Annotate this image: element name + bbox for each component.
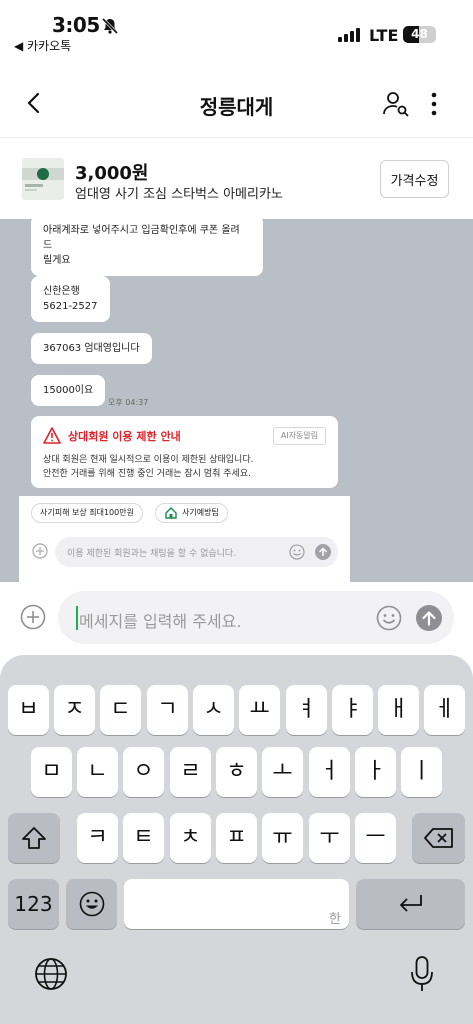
key[interactable]: ㅓ bbox=[309, 747, 350, 797]
message-input-placeholder: 메세지를 입력해 주세요. bbox=[79, 612, 242, 631]
key[interactable]: ㄴ bbox=[77, 747, 118, 797]
return-icon bbox=[400, 895, 422, 912]
key[interactable]: ㅜ bbox=[309, 813, 350, 863]
backspace-key[interactable] bbox=[412, 813, 465, 863]
person-search-icon[interactable] bbox=[382, 90, 410, 118]
key[interactable]: ㅠ bbox=[262, 813, 303, 863]
restricted-input-placeholder: 이용 제한된 회원과는 채팅을 할 수 없습니다. bbox=[67, 549, 237, 559]
emoji-icon bbox=[79, 891, 105, 917]
message-line: 아래계좌로 넣어주시고 입금확인후에 쿠폰 올려 드 bbox=[43, 225, 240, 251]
key[interactable]: ㅐ bbox=[378, 685, 419, 735]
battery-icon: 48 bbox=[403, 26, 436, 43]
shift-icon bbox=[22, 827, 46, 849]
key[interactable]: ㅣ bbox=[401, 747, 442, 797]
message-bubble: 367063 엄대영입니다 bbox=[31, 333, 152, 364]
house-icon bbox=[165, 507, 177, 519]
notice-body: 상대 회원은 현재 일시적으로 이용이 제한된 상태입니다. 안전한 거래를 위… bbox=[43, 453, 253, 481]
key[interactable]: ㅕ bbox=[286, 685, 327, 735]
edit-price-button[interactable]: 가격수정 bbox=[380, 160, 449, 198]
plus-circle-icon bbox=[32, 543, 48, 559]
warning-icon bbox=[43, 427, 61, 444]
product-price: 3,000원 bbox=[75, 163, 149, 184]
more-vertical-icon[interactable] bbox=[424, 90, 444, 118]
message-line: 신한은행 bbox=[43, 286, 80, 297]
fraud-tips-chip[interactable]: 사기예방팁 bbox=[155, 503, 228, 523]
product-name: 엄대영 사기 조심 스타벅스 아메리카노 bbox=[75, 187, 283, 202]
key[interactable]: ㅅ bbox=[193, 685, 234, 735]
notice-line: 상대 회원은 현재 일시적으로 이용이 제한된 상태입니다. bbox=[43, 455, 254, 465]
key[interactable]: ㅏ bbox=[355, 747, 396, 797]
key[interactable]: ㄷ bbox=[100, 685, 141, 735]
key[interactable]: ㅇ bbox=[123, 747, 164, 797]
message-bubble: 아래계좌로 넣어주시고 입금확인후에 쿠폰 올려 드 릴게요 bbox=[31, 219, 263, 276]
key[interactable]: ㄱ bbox=[147, 685, 188, 735]
microphone-icon[interactable] bbox=[409, 955, 435, 993]
restricted-panel: 사기피해 보상 최대100만원 사기예방팁 이용 제한된 회원과는 채팅을 할 … bbox=[19, 496, 350, 582]
globe-icon[interactable] bbox=[34, 957, 68, 991]
keyboard: ㅂ ㅈ ㄷ ㄱ ㅅ ㅛ ㅕ ㅑ ㅐ ㅔ ㅁ ㄴ ㅇ ㄹ ㅎ ㅗ ㅓ ㅏ ㅣ ㅋ … bbox=[0, 655, 473, 1024]
coupon-image bbox=[22, 158, 64, 200]
message-input[interactable]: 메세지를 입력해 주세요. bbox=[58, 591, 454, 644]
product-thumbnail[interactable] bbox=[22, 158, 64, 200]
signal-icon bbox=[338, 28, 362, 42]
key[interactable]: ㅍ bbox=[216, 813, 257, 863]
key[interactable]: ㅊ bbox=[170, 813, 211, 863]
key[interactable]: ㄹ bbox=[170, 747, 211, 797]
key[interactable]: ㅁ bbox=[31, 747, 72, 797]
key[interactable]: ㅛ bbox=[239, 685, 280, 735]
notice-title: 상대회원 이용 제한 안내 bbox=[68, 430, 181, 443]
network-type: LTE bbox=[369, 26, 399, 45]
return-key[interactable] bbox=[356, 879, 465, 929]
message-line: 5621-2527 bbox=[43, 301, 98, 312]
numbers-key[interactable]: 123 bbox=[8, 879, 59, 929]
product-bar[interactable]: 3,000원 엄대영 사기 조심 스타벅스 아메리카노 가격수정 bbox=[0, 139, 473, 219]
text-cursor bbox=[76, 606, 78, 630]
fraud-compensation-chip[interactable]: 사기피해 보상 최대100만원 bbox=[31, 503, 143, 523]
emoji-icon[interactable] bbox=[376, 605, 402, 631]
chat-area[interactable]: 아래계좌로 넣어주시고 입금확인후에 쿠폰 올려 드 릴게요 신한은행 5621… bbox=[0, 219, 473, 582]
key[interactable]: ㅡ bbox=[355, 813, 396, 863]
key[interactable]: ㅔ bbox=[424, 685, 465, 735]
ai-auto-badge: AI자동알림 bbox=[273, 427, 326, 445]
key[interactable]: ㅋ bbox=[77, 813, 118, 863]
key[interactable]: ㅂ bbox=[8, 685, 49, 735]
fraud-tips-label: 사기예방팁 bbox=[182, 508, 219, 517]
space-hint: 한 bbox=[329, 912, 341, 927]
notice-line: 안전한 거래를 위해 진행 중인 거래는 잠시 멈춰 주세요. bbox=[43, 469, 251, 479]
backspace-icon bbox=[424, 828, 453, 848]
message-bubble: 신한은행 5621-2527 bbox=[31, 276, 110, 322]
space-key[interactable]: 한 bbox=[124, 879, 349, 929]
restricted-input: 이용 제한된 회원과는 채팅을 할 수 없습니다. bbox=[55, 537, 338, 567]
key[interactable]: ㅈ bbox=[54, 685, 95, 735]
key[interactable]: ㅑ bbox=[332, 685, 373, 735]
message-line: 릴게요 bbox=[43, 255, 71, 266]
status-bar: 3:05 ◀ 카카오톡 LTE 48 bbox=[0, 0, 473, 60]
status-time: 3:05 bbox=[52, 13, 100, 37]
chat-header: 정릉대게 bbox=[0, 70, 473, 138]
message-composer: 메세지를 입력해 주세요. bbox=[0, 582, 473, 657]
message-bubble: 15000이요 bbox=[31, 375, 106, 406]
shift-key[interactable] bbox=[8, 813, 60, 863]
battery-level: 48 bbox=[411, 27, 428, 41]
message-timestamp: 오후 04:37 bbox=[108, 398, 149, 407]
key[interactable]: ㅌ bbox=[123, 813, 164, 863]
back-to-app-link[interactable]: ◀ 카카오톡 bbox=[14, 37, 71, 54]
plus-circle-icon[interactable] bbox=[20, 604, 46, 630]
key[interactable]: ㅗ bbox=[262, 747, 303, 797]
smile-icon bbox=[289, 544, 305, 560]
key[interactable]: ㅎ bbox=[216, 747, 257, 797]
message-line: 367063 엄대영입니다 bbox=[43, 343, 140, 354]
restriction-notice: 상대회원 이용 제한 안내 AI자동알림 상대 회원은 현재 일시적으로 이용이… bbox=[31, 416, 338, 488]
message-line: 15000이요 bbox=[43, 385, 94, 396]
bell-muted-icon bbox=[101, 17, 119, 35]
send-button[interactable] bbox=[416, 605, 442, 631]
send-icon bbox=[315, 544, 331, 560]
emoji-key[interactable] bbox=[66, 879, 117, 929]
